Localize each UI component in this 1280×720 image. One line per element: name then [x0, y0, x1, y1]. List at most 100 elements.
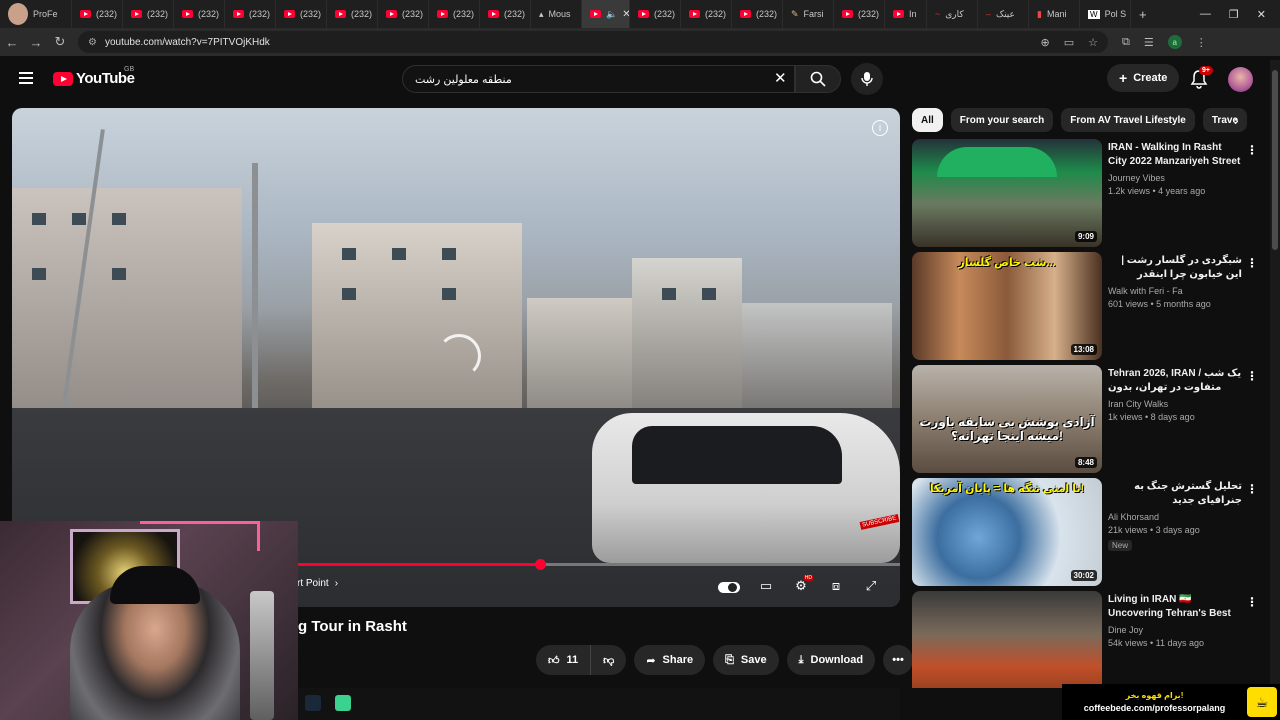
browser-tab[interactable]: (232) — [480, 0, 531, 28]
browser-tab[interactable]: (232) — [429, 0, 480, 28]
browser-tab[interactable]: ~ کاری — [927, 0, 978, 28]
video-thumbnail[interactable]: شب خاص گلسار... 13:08 — [912, 252, 1102, 360]
like-button[interactable]: 👍︎ 11 — [536, 645, 592, 675]
miniplayer-icon[interactable]: ⧈ — [827, 578, 845, 596]
more-vertical-icon[interactable]: ⋮ — [1246, 143, 1258, 157]
subtitles-icon[interactable]: ▭ — [757, 578, 775, 596]
browser-tab[interactable]: ▴ Mous — [531, 0, 582, 28]
browser-tab[interactable]: (232) — [225, 0, 276, 28]
save-button[interactable]: ⎘ Save — [713, 645, 779, 675]
chapter-label: rt Point — [297, 578, 329, 589]
video-title[interactable]: Living in IRAN 🇮🇷 Uncovering Tehran's Be… — [1108, 593, 1242, 621]
more-vertical-icon[interactable]: ⋮ — [1246, 256, 1258, 270]
browser-tab[interactable]: In — [885, 0, 927, 28]
browser-tab[interactable]: (232) — [378, 0, 429, 28]
video-thumbnail[interactable]: آزادی پوشش بی سابقه باورت میشه اینجا تهر… — [912, 365, 1102, 473]
video-thumbnail[interactable] — [912, 591, 1102, 688]
chip-travel[interactable]: Trave — [1202, 108, 1248, 132]
bookmark-star-icon[interactable]: ☆ — [1088, 36, 1098, 49]
more-vertical-icon[interactable]: ⋮ — [1246, 595, 1258, 609]
fullscreen-icon[interactable]: ⤢ — [862, 578, 880, 596]
browser-tab[interactable]: (232) — [174, 0, 225, 28]
search-button[interactable] — [795, 65, 841, 93]
browser-tab[interactable]: ▮ Mani — [1029, 0, 1080, 28]
dislike-button[interactable]: 👎︎ — [591, 645, 627, 675]
recommended-video[interactable]: آزادی پوشش بی سابقه باورت میشه اینجا تهر… — [912, 365, 1260, 473]
chip-from-channel[interactable]: From AV Travel Lifestyle — [1061, 108, 1195, 132]
restore-icon[interactable]: ❐ — [1229, 8, 1239, 21]
chip-from-your-search[interactable]: From your search — [950, 108, 1054, 132]
browser-tab[interactable]: – عینک — [978, 0, 1029, 28]
browser-tab[interactable]: (232) — [834, 0, 885, 28]
chip-all[interactable]: All — [912, 108, 943, 132]
browser-tab[interactable]: (232) — [72, 0, 123, 28]
browser-tab[interactable]: ✎ Farsi — [783, 0, 834, 28]
browser-tab[interactable]: (232) — [123, 0, 174, 28]
settings-gear-icon[interactable]: ⚙ HD — [792, 575, 813, 596]
youtube-play-icon — [53, 71, 73, 86]
url-text: youtube.com/watch?v=7PITVOjKHdk — [104, 36, 270, 48]
browser-tab[interactable]: (232) — [732, 0, 783, 28]
voice-search-button[interactable] — [851, 63, 883, 95]
browser-tab-active[interactable]: 🔈 ✕ — [582, 0, 630, 28]
extensions-icon[interactable]: ⧉ — [1122, 36, 1130, 49]
scrollbar-thumb[interactable] — [1272, 70, 1278, 250]
video-title[interactable]: تحلیل گسترش جنگ به جنرافیای جدید — [1108, 480, 1242, 508]
back-icon[interactable]: ← — [0, 35, 24, 50]
close-tab-icon[interactable]: ✕ — [622, 9, 629, 20]
menu-icon[interactable] — [19, 72, 33, 84]
webcam-overlay — [0, 521, 298, 720]
player-controls-right: ▭ ⚙ HD ⧈ ⤢ — [718, 575, 880, 596]
chapter-button[interactable]: rt Point › — [297, 578, 338, 589]
channel-name[interactable]: Journey Vibes — [1108, 173, 1242, 183]
video-title[interactable]: IRAN - Walking In Rasht City 2022 Manzar… — [1108, 141, 1242, 169]
recommended-video[interactable]: 9:09 IRAN - Walking In Rasht City 2022 M… — [912, 139, 1260, 247]
browser-tab[interactable]: W Pol S — [1080, 0, 1131, 28]
zoom-icon[interactable]: ⊕ — [1041, 36, 1050, 49]
channel-name[interactable]: Dine Joy — [1108, 625, 1242, 635]
clear-search-icon[interactable]: ✕ — [774, 69, 787, 87]
recommended-video[interactable]: نا امنی تنگه ها = پایان آمریکا! 30:02 تح… — [912, 478, 1260, 586]
more-vertical-icon[interactable]: ⋮ — [1246, 482, 1258, 496]
url-field[interactable]: ⚙ youtube.com/watch?v=7PITVOjKHdk ⊕ ▭ ☆ — [78, 31, 1108, 53]
video-title[interactable]: شبگردی در گلسار رشت | این خیابون چرا این… — [1108, 254, 1242, 282]
new-tab-button[interactable]: + — [1131, 0, 1155, 28]
profile-icon[interactable]: a — [1167, 35, 1182, 49]
browser-tab[interactable]: (232) — [630, 0, 681, 28]
close-window-icon[interactable]: ✕ — [1257, 8, 1266, 21]
youtube-logo[interactable]: YouTube GB — [53, 66, 135, 87]
app-icon[interactable] — [335, 695, 351, 711]
page-scrollbar[interactable] — [1270, 60, 1280, 688]
autoplay-toggle[interactable] — [718, 581, 740, 593]
chevron-right-icon[interactable]: › — [1234, 112, 1239, 128]
recommended-video[interactable]: شب خاص گلسار... 13:08 شبگردی در گلسار رش… — [912, 252, 1260, 360]
video-thumbnail[interactable]: نا امنی تنگه ها = پایان آمریکا! 30:02 — [912, 478, 1102, 586]
browser-tab[interactable]: (232) — [681, 0, 732, 28]
video-thumbnail[interactable]: 9:09 — [912, 139, 1102, 247]
channel-name[interactable]: Ali Khorsand — [1108, 512, 1242, 522]
channel-name[interactable]: Walk with Feri - Fa — [1108, 286, 1242, 296]
forward-icon[interactable]: → — [24, 35, 48, 50]
more-vertical-icon[interactable]: ⋮ — [1246, 369, 1258, 383]
site-info-icon[interactable]: ⚙ — [88, 37, 97, 48]
reading-list-icon[interactable]: ☰ — [1144, 36, 1154, 49]
minimize-icon[interactable]: — — [1200, 8, 1211, 21]
reload-icon[interactable]: ↻ — [48, 34, 72, 50]
tab-label: (232) — [705, 9, 727, 19]
browser-tab[interactable]: ProFe — [0, 0, 72, 28]
more-actions-button[interactable]: ••• — [883, 645, 914, 675]
download-button[interactable]: ⤓ Download — [786, 645, 876, 675]
browser-tab[interactable]: (232) — [276, 0, 327, 28]
account-avatar[interactable] — [1228, 67, 1253, 92]
browser-tab[interactable]: (232) — [327, 0, 378, 28]
channel-name[interactable]: Iran City Walks — [1108, 399, 1242, 409]
create-button[interactable]: + Create — [1107, 64, 1180, 92]
search-input[interactable]: منطقه معلولین رشت — [402, 65, 795, 93]
cast-icon[interactable]: ▭ — [1064, 36, 1074, 49]
video-title[interactable]: Tehran 2026, IRAN / یک شب متفاوت در تهرا… — [1108, 367, 1242, 395]
steam-icon[interactable] — [305, 695, 321, 711]
recommended-video[interactable]: Living in IRAN 🇮🇷 Uncovering Tehran's Be… — [912, 591, 1260, 688]
info-icon[interactable]: i — [872, 120, 888, 136]
share-button[interactable]: ➦ Share — [634, 645, 706, 675]
browser-menu-icon[interactable]: ⋮ — [1196, 36, 1207, 49]
